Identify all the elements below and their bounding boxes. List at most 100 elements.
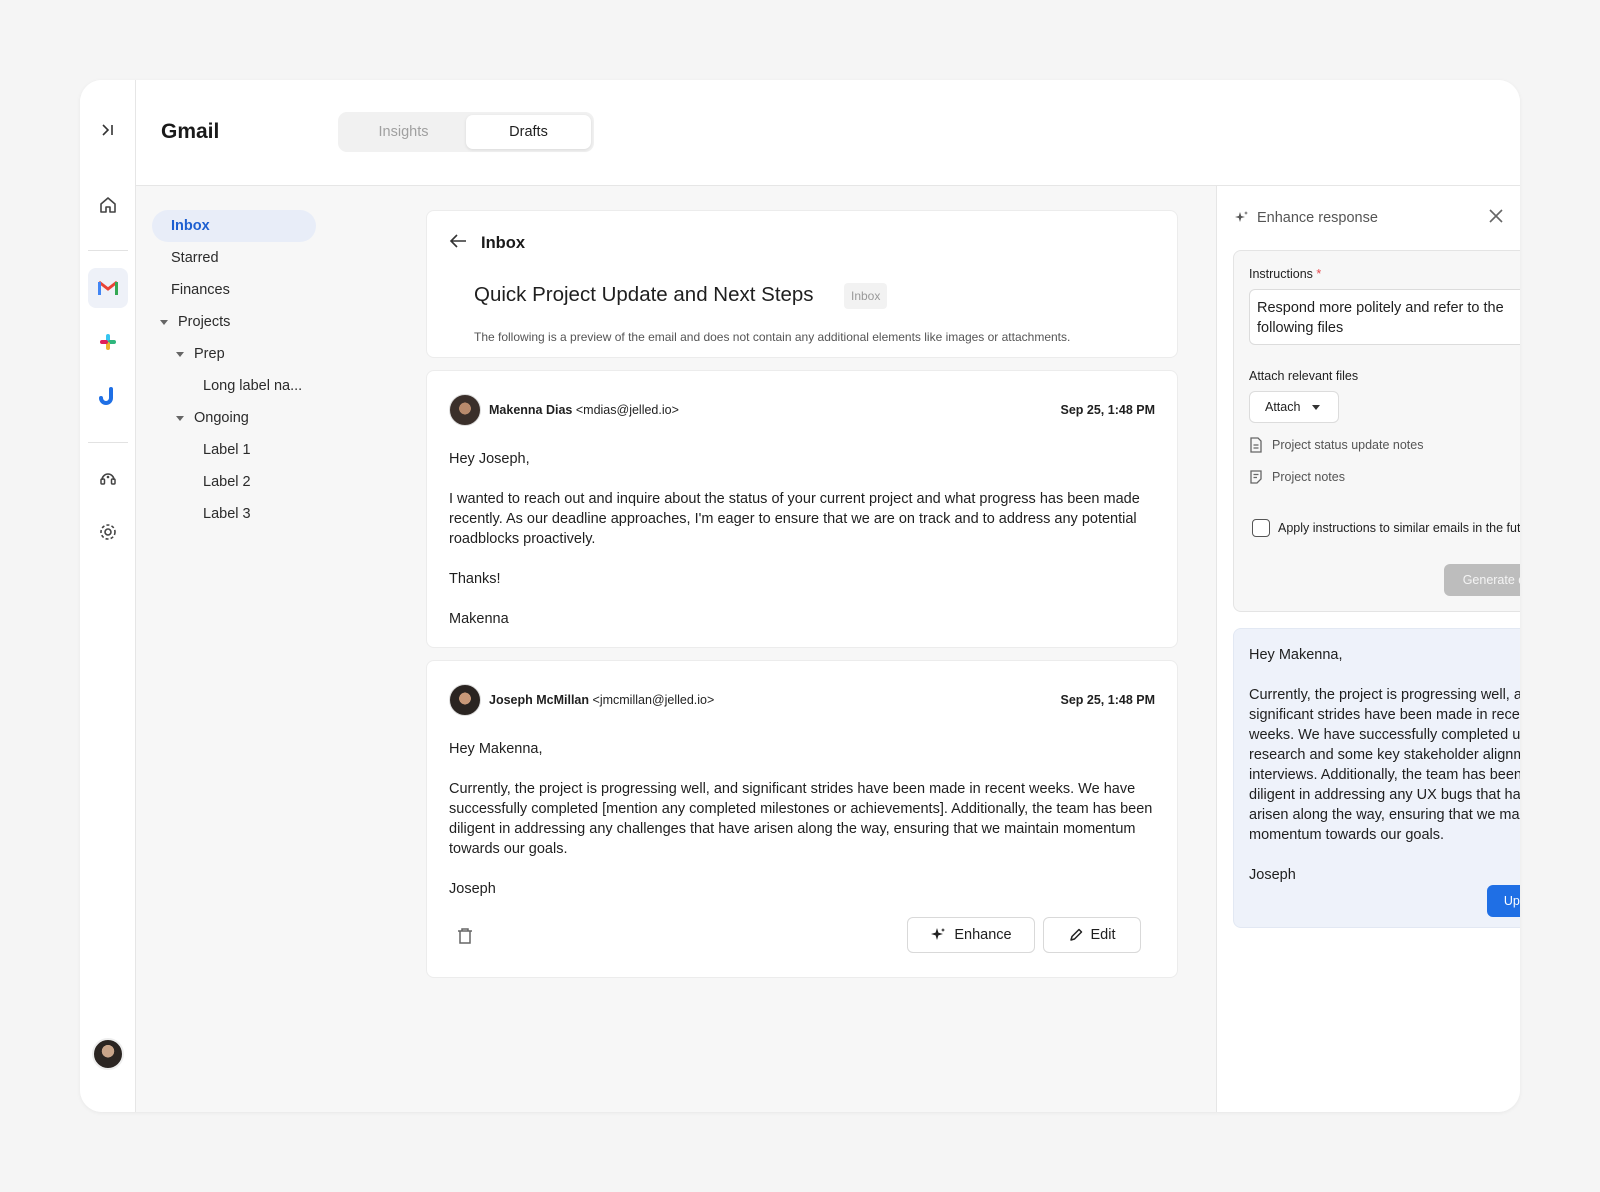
edit-label: Edit — [1090, 927, 1116, 943]
nav-item-label: Ongoing — [194, 410, 249, 426]
attach-button[interactable]: Attach — [1249, 391, 1339, 423]
email-subject: Quick Project Update and Next Steps — [474, 283, 814, 306]
draft-paragraph: Currently, the project is progressing we… — [1249, 687, 1520, 843]
instructions-form: Instructions * Respond more politely and… — [1233, 250, 1520, 612]
message-paragraph: Currently, the project is progressing we… — [449, 781, 1153, 857]
pencil-icon — [1069, 928, 1082, 941]
label-nav: Inbox Starred Finances Projects Prep Lon… — [136, 186, 342, 1112]
sparkle-icon — [1235, 211, 1248, 222]
message-paragraph: Makenna — [449, 611, 509, 627]
slack-icon[interactable] — [88, 322, 128, 362]
chevron-down-icon — [176, 351, 184, 357]
app-title: Gmail — [161, 120, 220, 143]
enhance-button[interactable]: Enhance — [907, 917, 1035, 953]
message-date: Sep 25, 1:48 PM — [1060, 403, 1156, 417]
nav-item-label-1[interactable]: Label 1 — [203, 434, 251, 466]
arrow-left-icon[interactable] — [449, 233, 467, 254]
message-paragraph: I wanted to reach out and inquire about … — [449, 491, 1140, 547]
attached-file[interactable]: Project notes — [1249, 467, 1345, 487]
gmail-icon[interactable] — [88, 268, 128, 308]
enhance-label: Enhance — [954, 927, 1012, 943]
message-paragraph: Hey Joseph, — [449, 451, 530, 467]
apply-future-option: Apply instructions to similar emails in … — [1249, 519, 1520, 537]
chevron-down-icon — [176, 415, 184, 421]
sender-email: <mdias@jelled.io> — [575, 403, 679, 417]
icon-rail — [80, 80, 136, 1112]
apply-future-label: Apply instructions to similar emails in … — [1278, 521, 1520, 535]
message-header: Makenna Dias <mdias@jelled.io> Sep 25, 1… — [449, 393, 1155, 427]
instructions-input[interactable]: Respond more politely and refer to the f… — [1249, 289, 1520, 345]
email-header-card: Inbox Quick Project Update and Next Step… — [426, 210, 1178, 358]
nav-item-label: Prep — [194, 346, 225, 362]
file-name: Project status update notes — [1272, 438, 1424, 452]
sender-email: <jmcmillan@jelled.io> — [592, 693, 715, 707]
preview-note: The following is a preview of the email … — [474, 330, 1071, 344]
avatar — [449, 684, 481, 716]
user-avatar[interactable] — [92, 1038, 124, 1070]
edit-button[interactable]: Edit — [1043, 917, 1141, 953]
panel-header: Enhance response — [1233, 208, 1504, 228]
file-name: Project notes — [1272, 470, 1345, 484]
attach-label: Attach relevant files — [1249, 369, 1359, 383]
support-icon[interactable] — [88, 458, 128, 498]
attach-button-label: Attach — [1265, 400, 1301, 414]
trash-icon[interactable] — [457, 927, 473, 950]
message-paragraph: Hey Makenna, — [449, 741, 543, 757]
draft-paragraph: Joseph — [1249, 867, 1296, 883]
message-card: Joseph McMillan <jmcmillan@jelled.io> Se… — [426, 660, 1178, 978]
nav-item-inbox[interactable]: Inbox — [152, 210, 316, 242]
instructions-label-text: Instructions — [1249, 267, 1313, 281]
enhance-panel: Enhance response Instructions * Respond … — [1216, 186, 1520, 1112]
sender: Makenna Dias <mdias@jelled.io> — [489, 403, 679, 417]
email-thread: Inbox Quick Project Update and Next Step… — [342, 186, 1216, 1112]
tab-drafts[interactable]: Drafts — [466, 115, 591, 149]
avatar — [449, 394, 481, 426]
sender-name: Joseph McMillan — [489, 693, 590, 707]
message-body: Hey Makenna, Currently, the project is p… — [449, 739, 1155, 919]
note-icon — [1250, 470, 1262, 484]
close-icon[interactable] — [1488, 208, 1504, 229]
nav-item-long-label[interactable]: Long label na... — [203, 370, 302, 402]
jira-icon[interactable] — [88, 376, 128, 416]
nav-item-starred[interactable]: Starred — [152, 242, 219, 274]
sender: Joseph McMillan <jmcmillan@jelled.io> — [489, 693, 714, 707]
home-icon[interactable] — [88, 185, 128, 225]
required-mark: * — [1316, 267, 1322, 281]
draft-text: Hey Makenna, Currently, the project is p… — [1249, 645, 1520, 905]
message-body: Hey Joseph, I wanted to reach out and in… — [449, 449, 1155, 649]
chevron-down-icon — [1312, 404, 1321, 410]
update-button[interactable]: Update — [1487, 885, 1520, 917]
panel-title: Enhance response — [1257, 210, 1378, 226]
back-row: Inbox — [449, 233, 525, 254]
sender-name: Makenna Dias — [489, 403, 573, 417]
label-tag: Inbox — [844, 283, 888, 309]
nav-item-prep[interactable]: Prep — [176, 338, 225, 370]
sparkle-icon — [931, 928, 946, 940]
view-tabs: Insights Drafts — [338, 112, 594, 152]
generate-draft-button[interactable]: Generate draft — [1444, 564, 1520, 596]
nav-item-finances[interactable]: Finances — [152, 274, 230, 306]
draft-preview: Hey Makenna, Currently, the project is p… — [1233, 628, 1520, 928]
nav-item-label-3[interactable]: Label 3 — [203, 498, 251, 530]
sidebar-expand-icon[interactable] — [88, 110, 128, 150]
gear-icon[interactable] — [88, 512, 128, 552]
nav-item-label-2[interactable]: Label 2 — [203, 466, 251, 498]
message-paragraph: Thanks! — [449, 571, 501, 587]
message-header: Joseph McMillan <jmcmillan@jelled.io> Se… — [449, 683, 1155, 717]
nav-item-label: Projects — [178, 314, 231, 330]
apply-future-checkbox[interactable] — [1252, 519, 1270, 537]
tab-insights[interactable]: Insights — [341, 115, 466, 149]
nav-item-ongoing[interactable]: Ongoing — [176, 402, 249, 434]
message-date: Sep 25, 1:48 PM — [1060, 693, 1156, 707]
message-paragraph: Joseph — [449, 881, 496, 897]
back-label[interactable]: Inbox — [481, 234, 525, 253]
app-window: Gmail Insights Drafts Inbox Starred Fina… — [80, 80, 1520, 1112]
chevron-down-icon — [160, 319, 168, 325]
draft-paragraph: Hey Makenna, — [1249, 647, 1343, 663]
document-icon — [1250, 437, 1262, 453]
nav-item-projects[interactable]: Projects — [160, 306, 230, 338]
attached-file[interactable]: Project status update notes — [1249, 435, 1423, 455]
header: Gmail Insights Drafts — [136, 80, 1520, 186]
instructions-label: Instructions * — [1249, 267, 1321, 281]
message-card: Makenna Dias <mdias@jelled.io> Sep 25, 1… — [426, 370, 1178, 648]
